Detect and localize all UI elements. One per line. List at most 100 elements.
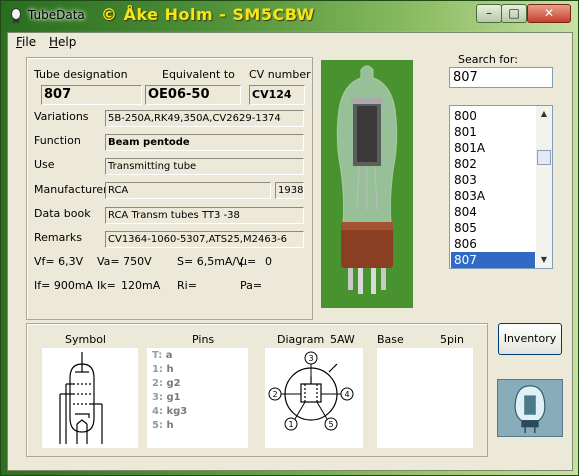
scroll-thumb[interactable]: [537, 150, 551, 165]
diagram-code: 5AW: [330, 333, 355, 346]
use-label: Use: [34, 158, 55, 171]
tube-photo: [321, 60, 413, 308]
manufacturer-field[interactable]: RCA: [105, 182, 271, 199]
cv-label: CV number: [249, 68, 311, 81]
list-item-selected[interactable]: 807: [451, 252, 535, 268]
pin-key: 4:: [152, 406, 163, 417]
pin-value: h: [166, 420, 174, 431]
base-box: [377, 348, 473, 448]
tube-details-panel: Tube designation Equivalent to CV number…: [26, 57, 313, 320]
list-item[interactable]: 803: [451, 172, 535, 188]
tube-listbox[interactable]: 800 801 801A 802 803 803A 804 805 806 80…: [449, 105, 553, 269]
base-label: Base: [377, 333, 404, 346]
databook-field[interactable]: RCA Transm tubes TT3 -38: [105, 207, 304, 224]
remarks-label: Remarks: [34, 231, 82, 244]
pin-row: 4: kg3: [152, 406, 187, 417]
designation-field[interactable]: 807: [41, 85, 142, 105]
year-field[interactable]: 1938: [275, 182, 304, 199]
list-item[interactable]: 802: [451, 156, 535, 172]
pin-row: T: a: [152, 350, 173, 361]
list-item[interactable]: 804: [451, 204, 535, 220]
diagram-pin-1: 1: [288, 420, 293, 429]
pin-value: g1: [166, 392, 181, 403]
param-va: Va= 750V: [97, 255, 152, 268]
search-label: Search for:: [458, 53, 518, 66]
param-pa: Pa=: [240, 279, 263, 292]
menu-file-label: ile: [22, 35, 37, 49]
list-item[interactable]: 801: [451, 124, 535, 140]
diagram-pin-5: 5: [328, 420, 333, 429]
maximize-button[interactable]: □: [501, 4, 527, 23]
menu-help-label: elp: [58, 35, 77, 49]
pinout-panel: Symbol Pins Diagram 5AW Base 5pin T: a 1…: [26, 323, 488, 457]
pins-box: T: a 1: h 2: g2 3: g1 4: kg3 5: h: [147, 348, 248, 448]
search-input[interactable]: [449, 67, 553, 88]
symbol-label: Symbol: [65, 333, 106, 346]
menu-bar: File Help: [8, 33, 572, 51]
pin-value: kg3: [166, 406, 188, 417]
pin-value: a: [165, 350, 173, 361]
function-field[interactable]: Beam pentode: [105, 134, 304, 151]
pin-value: g2: [166, 378, 181, 389]
symbol-box: [42, 348, 138, 448]
author-banner: © Åke Holm - SM5CBW: [101, 5, 315, 24]
window-title: TubeData: [28, 8, 85, 22]
function-label: Function: [34, 134, 81, 147]
diagram-pin-2: 2: [272, 390, 277, 399]
param-if: If= 900mA: [34, 279, 94, 292]
menu-help-mnemonic: H: [49, 35, 59, 49]
pin-row: 5: h: [152, 420, 174, 431]
base-value: 5pin: [440, 333, 465, 346]
pin-row: 3: g1: [152, 392, 181, 403]
manufacturer-label: Manufacturer: [34, 183, 108, 196]
diagram-pin-3: 3: [308, 354, 313, 363]
minimize-button[interactable]: –: [476, 4, 502, 23]
menu-file[interactable]: File: [16, 35, 36, 49]
app-window: TubeData © Åke Holm - SM5CBW – □ ✕ File …: [0, 0, 579, 476]
list-scrollbar[interactable]: ▲ ▼: [536, 106, 552, 268]
list-item[interactable]: 806: [451, 236, 535, 252]
param-vf: Vf= 6,3V: [34, 255, 84, 268]
diagram-box: 3 2 4 1 5: [265, 348, 363, 448]
menu-help[interactable]: Help: [49, 35, 76, 49]
designation-label: Tube designation: [34, 68, 128, 81]
pin-key: T:: [152, 350, 163, 361]
remarks-field[interactable]: CV1364-1060-5307,ATS25,M2463-6: [105, 231, 304, 248]
list-item[interactable]: 803A: [451, 188, 535, 204]
close-button[interactable]: ✕: [527, 4, 571, 23]
databook-label: Data book: [34, 207, 91, 220]
tube-logo-icon: [497, 379, 563, 437]
tube-symbol-icon: [59, 352, 103, 444]
equivalent-field[interactable]: OE06-50: [145, 85, 241, 105]
param-ik-value: 120mA: [121, 279, 161, 292]
diagram-label: Diagram: [277, 333, 325, 346]
pin-key: 3:: [152, 392, 163, 403]
pin-key: 1:: [152, 364, 163, 375]
variations-field[interactable]: 5B-250A,RK49,350A,CV2629-1374: [105, 110, 304, 127]
diagram-pin-4: 4: [344, 390, 349, 399]
scroll-up-icon[interactable]: ▲: [536, 106, 552, 122]
variations-label: Variations: [34, 110, 89, 123]
list-item[interactable]: 800: [451, 108, 535, 124]
list-item[interactable]: 801A: [451, 140, 535, 156]
param-ik: Ik=: [97, 279, 116, 292]
param-mu: µ=: [240, 255, 257, 268]
pins-label: Pins: [192, 333, 215, 346]
cv-field[interactable]: CV124: [249, 85, 305, 105]
pin-key: 2:: [152, 378, 163, 389]
title-bar[interactable]: TubeData © Åke Holm - SM5CBW – □ ✕: [1, 1, 578, 31]
pin-row: 1: h: [152, 364, 174, 375]
equivalent-label: Equivalent to: [162, 68, 235, 81]
param-ri: Ri=: [177, 279, 197, 292]
client-area: File Help Tube designation Equivalent to…: [7, 32, 573, 471]
param-s: S= 6,5mA/V: [177, 255, 244, 268]
inventory-button[interactable]: Inventory: [498, 323, 562, 355]
list-item[interactable]: 805: [451, 220, 535, 236]
pin-row: 2: g2: [152, 378, 181, 389]
param-mu-value: 0: [265, 255, 272, 268]
pin-value: h: [166, 364, 174, 375]
base-diagram-icon: 3 2 4 1 5: [268, 351, 354, 431]
pin-key: 5:: [152, 420, 163, 431]
scroll-down-icon[interactable]: ▼: [536, 252, 552, 268]
use-field[interactable]: Transmitting tube: [105, 158, 304, 175]
